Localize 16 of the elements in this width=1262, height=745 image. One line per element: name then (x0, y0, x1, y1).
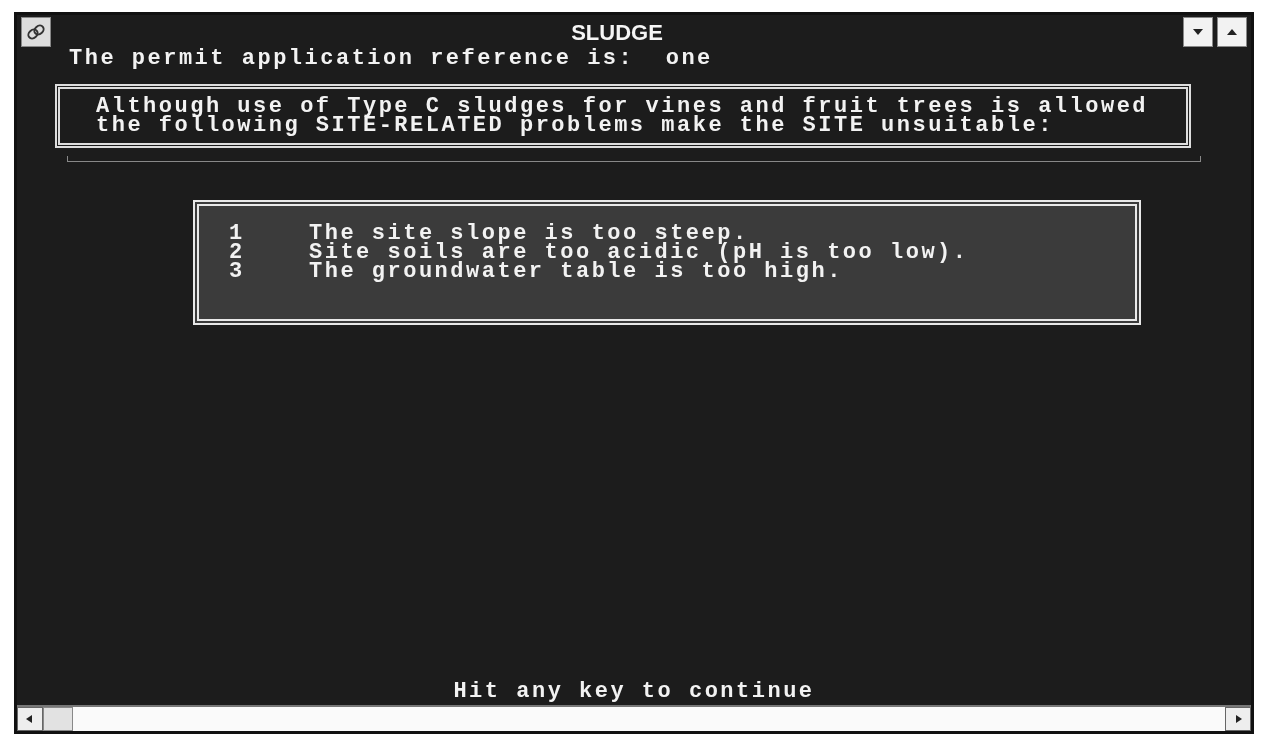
caret-down-icon (1192, 27, 1204, 37)
item-number: 1 (229, 224, 246, 243)
reference-line: The permit application reference is: one (68, 49, 714, 68)
system-menu-icon[interactable] (21, 17, 51, 47)
continue-prompt: Hit any key to continue (452, 682, 816, 705)
window-title: SLUDGE (571, 18, 663, 47)
message-text: the following SITE-RELATED problems make the SITE unsuitable: (96, 116, 1055, 135)
scroll-left-icon[interactable] (17, 707, 43, 731)
message-text: Although use of Type C sludges for vines and fruit trees is allowed (96, 97, 1150, 116)
caret-up-icon (1226, 27, 1238, 37)
minimize-button[interactable] (1183, 17, 1213, 47)
scroll-right-icon[interactable] (1225, 707, 1251, 731)
maximize-button[interactable] (1217, 17, 1247, 47)
item-number: 2 (229, 243, 246, 262)
item-number: 3 (229, 262, 246, 281)
scroll-thumb[interactable] (43, 707, 73, 731)
